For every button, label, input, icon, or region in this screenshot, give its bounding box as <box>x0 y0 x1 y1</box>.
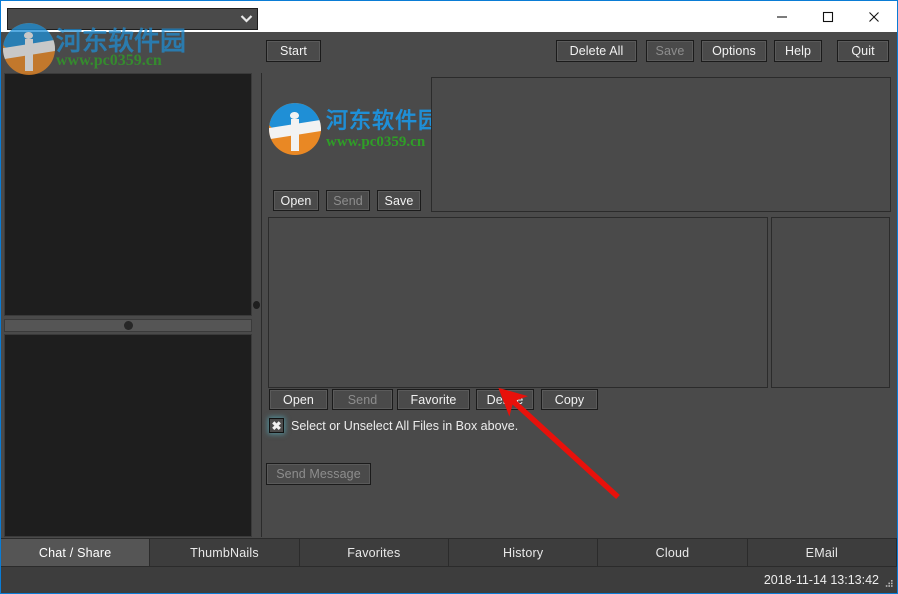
horizontal-splitter[interactable] <box>4 319 252 332</box>
status-datetime: 2018-11-14 13:13:42 <box>763 573 879 587</box>
brand-logo: 河东软件园 www.pc0359.cn <box>266 99 440 161</box>
quit-button[interactable]: Quit <box>837 40 889 62</box>
tab-favorites[interactable]: Favorites <box>299 539 449 566</box>
close-icon <box>869 11 879 22</box>
window-controls <box>759 1 897 32</box>
tab-bar: Chat / Share ThumbNails Favorites Histor… <box>1 538 897 566</box>
select-all-label: Select or Unselect All Files in Box abov… <box>291 418 519 433</box>
splitter-grip <box>123 321 133 330</box>
application-window: Fat Chat Intranet - User: 2 <box>0 0 898 594</box>
message-input-area[interactable] <box>4 334 252 537</box>
image-preview-box[interactable] <box>431 77 891 212</box>
vertical-splitter[interactable] <box>253 73 260 537</box>
thumbnail-preview-box[interactable] <box>771 217 890 388</box>
tab-history[interactable]: History <box>448 539 599 566</box>
options-button[interactable]: Options <box>701 40 767 62</box>
logo-badge-icon <box>269 103 321 155</box>
checkmark-icon: ✖ <box>271 418 282 433</box>
splitter-grip <box>253 301 260 309</box>
select-all-row[interactable]: ✖ Select or Unselect All Files in Box ab… <box>269 418 518 433</box>
favorite-button[interactable]: Favorite <box>397 389 470 410</box>
logo-url: www.pc0359.cn <box>326 134 426 150</box>
maximize-icon <box>822 11 834 22</box>
tab-cloud[interactable]: Cloud <box>598 539 748 566</box>
minimize-button[interactable] <box>759 1 805 32</box>
tab-chat-share[interactable]: Chat / Share <box>1 539 151 566</box>
status-bar: 2018-11-14 13:13:42 <box>1 566 897 593</box>
start-button[interactable]: Start <box>266 40 321 62</box>
chat-log-area[interactable] <box>4 73 252 316</box>
minimize-icon <box>777 15 787 18</box>
tab-thumbnails[interactable]: ThumbNails <box>150 539 300 566</box>
image-send-button[interactable]: Send <box>326 190 370 211</box>
user-select-combobox[interactable] <box>7 8 258 30</box>
copy-button[interactable]: Copy <box>541 389 598 410</box>
tab-email[interactable]: EMail <box>747 539 897 566</box>
help-button[interactable]: Help <box>774 40 822 62</box>
send-message-button[interactable]: Send Message <box>266 463 371 485</box>
logo-text-cn: 河东软件园 <box>326 109 442 134</box>
file-list-box[interactable] <box>268 217 768 388</box>
select-all-checkbox[interactable]: ✖ <box>269 418 284 433</box>
delete-all-button[interactable]: Delete All <box>556 40 637 62</box>
close-button[interactable] <box>851 1 897 32</box>
maximize-button[interactable] <box>805 1 851 32</box>
chevron-down-icon <box>240 12 253 26</box>
open-button[interactable]: Open <box>269 389 328 410</box>
resize-grip-icon[interactable] <box>882 578 894 590</box>
delete-button[interactable]: Delete <box>476 389 534 410</box>
save-button[interactable]: Save <box>646 40 694 62</box>
send-button[interactable]: Send <box>332 389 393 410</box>
image-open-button[interactable]: Open <box>273 190 319 211</box>
image-save-button[interactable]: Save <box>377 190 421 211</box>
